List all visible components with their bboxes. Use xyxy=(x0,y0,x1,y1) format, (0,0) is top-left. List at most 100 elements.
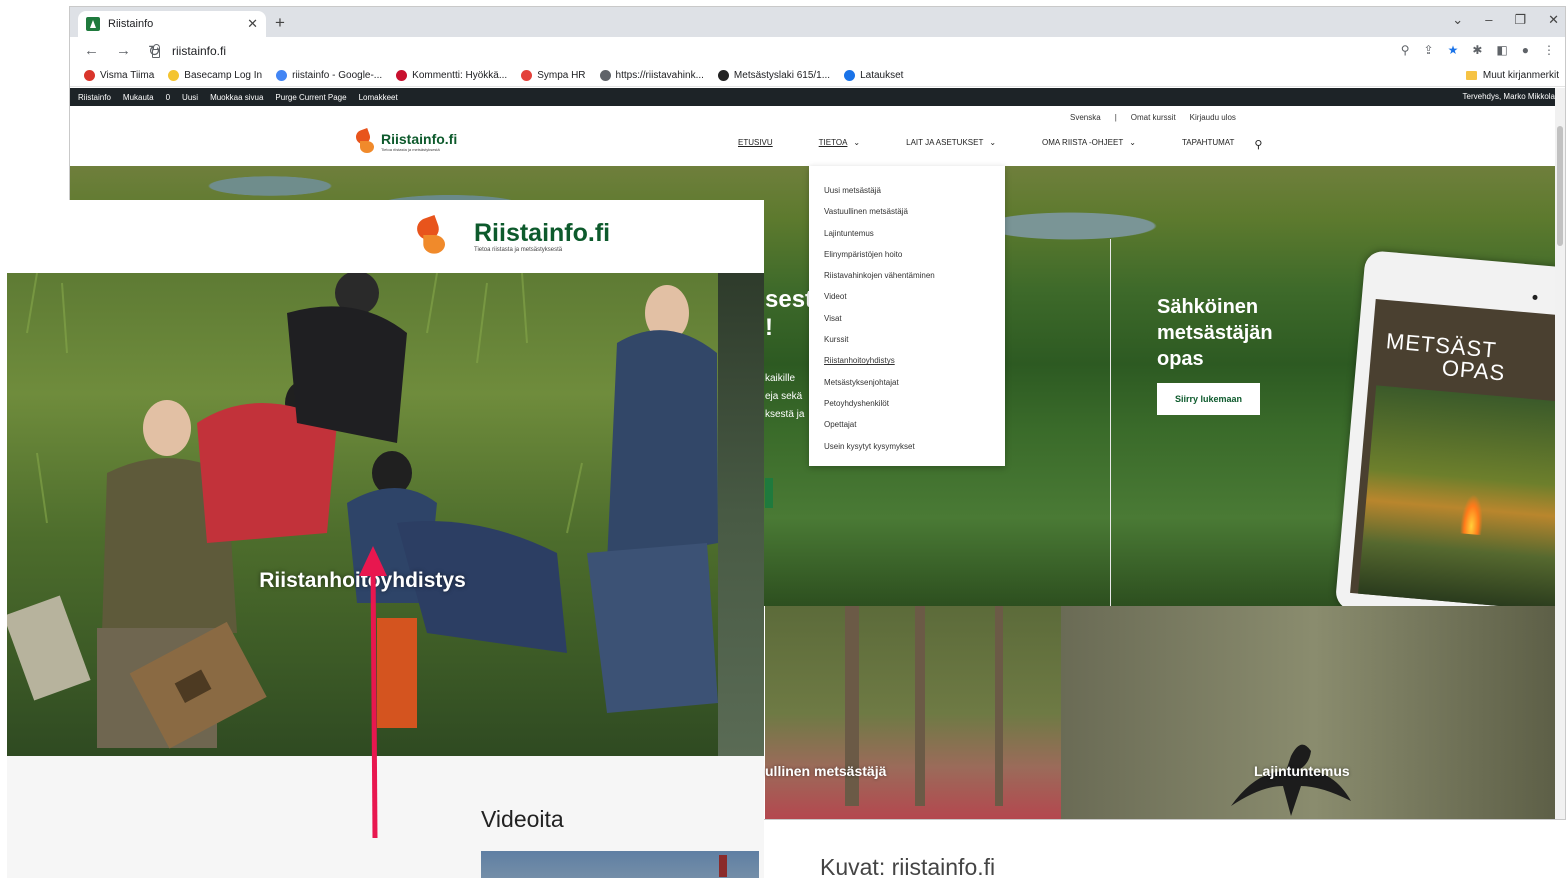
site-header: Svenska | Omat kurssit Kirjaudu ulos Riista… xyxy=(70,106,1565,166)
close-tab-icon[interactable]: ✕ xyxy=(247,16,258,32)
utility-link[interactable]: Kirjaudu ulos xyxy=(1190,113,1236,122)
minimize-icon[interactable]: – xyxy=(1485,12,1492,28)
card-label: Lajintuntemus xyxy=(1254,763,1350,779)
hero-partial-button[interactable] xyxy=(765,478,773,508)
campfire-icon xyxy=(1459,493,1486,536)
menu-kebab-icon[interactable]: ⋮ xyxy=(1543,43,1555,57)
wp-admin-item[interactable]: Mukauta xyxy=(123,93,154,102)
tablet-image: METSÄST OPAS xyxy=(1334,250,1565,627)
dropdown-item[interactable]: Lajintuntemus xyxy=(824,223,990,244)
site-logo[interactable]: Riistainfo.fi Tietoa riistasta ja metsäs… xyxy=(354,128,457,154)
wp-admin-item[interactable]: Riistainfo xyxy=(78,93,111,102)
dropdown-item[interactable]: Visat xyxy=(824,308,990,329)
tab-bar: Riistainfo ✕ + ⌄ – ❐ ✕ xyxy=(70,7,1565,37)
wp-greeting[interactable]: Tervehdys, Marko Mikkola xyxy=(1463,92,1555,101)
utility-link: | xyxy=(1114,113,1117,122)
scroll-thumb[interactable] xyxy=(1557,126,1563,246)
main-navigation: ETUSIVU TIETOA ⌄ LAIT JA ASETUKSET ⌄ OMA RIIS… xyxy=(738,138,1262,151)
dropdown-item[interactable]: Kurssit xyxy=(824,329,990,350)
forward-icon[interactable]: → xyxy=(116,42,131,60)
hero-partial-text: kaikille eja sekä ksestä ja xyxy=(765,370,804,424)
card-species[interactable]: Lajintuntemus xyxy=(1061,606,1565,819)
url-text[interactable]: riistainfo.fi xyxy=(172,44,226,58)
wp-admin-item[interactable]: 0 xyxy=(166,93,170,102)
omnibox[interactable]: riistainfo.fi xyxy=(152,40,1452,62)
nav-item[interactable]: ETUSIVU xyxy=(738,138,773,151)
bookmark-label: Lataukset xyxy=(860,70,904,81)
bookmark-favicon-icon xyxy=(168,70,180,81)
bookmark-favicon-icon xyxy=(521,70,533,81)
dropdown-item[interactable]: Riistanhoitoyhdistys xyxy=(824,350,990,371)
dropdown-item[interactable]: Petoyhdyshenkilöt xyxy=(824,393,990,414)
other-bookmarks[interactable]: Muut kirjanmerkit xyxy=(1465,70,1559,81)
foreground-page-crop: Riistainfo.fi Tietoa riistasta ja metsäs… xyxy=(7,200,764,878)
tab-search-icon[interactable]: ⌄ xyxy=(1452,12,1463,28)
wp-admin-item[interactable]: Muokkaa sivua xyxy=(210,93,263,102)
bookmark-item[interactable]: Metsästyslaki 615/1... xyxy=(717,70,831,81)
wp-admin-item[interactable]: Purge Current Page xyxy=(275,93,346,102)
search-icon[interactable]: ⚲ xyxy=(1254,138,1262,151)
bookmark-label: https://riistavahink... xyxy=(615,70,704,81)
riistainfo-logo-icon xyxy=(414,214,467,277)
zoom-icon[interactable]: ⚲ xyxy=(1401,43,1410,57)
browser-tab[interactable]: Riistainfo ✕ xyxy=(78,11,266,37)
video-thumbnail[interactable] xyxy=(481,851,759,878)
utility-link[interactable]: Svenska xyxy=(1070,113,1101,122)
close-window-icon[interactable]: ✕ xyxy=(1548,12,1559,28)
bookmark-favicon-icon xyxy=(599,70,611,81)
bookmark-favicon-icon xyxy=(844,70,856,81)
wp-admin-item[interactable]: Uusi xyxy=(182,93,198,102)
wp-admin-item[interactable]: Lomakkeet xyxy=(359,93,398,102)
chevron-down-icon[interactable]: ⌄ xyxy=(853,138,860,151)
bookmark-item[interactable]: Visma Tiima xyxy=(84,70,154,81)
bookmark-item[interactable]: Basecamp Log In xyxy=(168,70,262,81)
nav-item[interactable]: OMA RIISTA -OHJEET xyxy=(1042,138,1123,151)
profile-icon[interactable]: ● xyxy=(1522,43,1529,57)
nav-item[interactable]: LAIT JA ASETUKSET xyxy=(906,138,983,151)
riistainfo-logo-icon xyxy=(354,128,376,154)
restore-icon[interactable]: ❐ xyxy=(1514,12,1526,28)
dropdown-item[interactable]: Videot xyxy=(824,286,990,307)
logo-subtitle: Tietoa riistasta ja metsästyksestä xyxy=(381,147,440,152)
videos-title: Videoita xyxy=(481,806,564,832)
dropdown-item[interactable]: Metsästyksenjohtajat xyxy=(824,372,990,393)
dropdown-item[interactable]: Elinympäristöjen hoito xyxy=(824,244,990,265)
dropdown-item[interactable]: Opettajat xyxy=(824,414,990,435)
bookmark-label: Kommentti: Hyökkä... xyxy=(412,70,508,81)
card-responsible-hunter[interactable]: ullinen metsästäjä xyxy=(765,606,1061,819)
dropdown-item[interactable]: Vastuullinen metsästäjä xyxy=(824,201,990,222)
nav-item[interactable]: TIETOA xyxy=(819,138,848,151)
bookmark-item[interactable]: Sympa HR xyxy=(521,70,586,81)
lock-icon[interactable] xyxy=(152,43,160,58)
bookmark-item[interactable]: Lataukset xyxy=(844,70,903,81)
chevron-down-icon[interactable]: ⌄ xyxy=(1129,138,1136,151)
bookmark-item[interactable]: riistainfo - Google-... xyxy=(276,70,382,81)
bookmark-star-icon[interactable]: ★ xyxy=(1448,43,1459,57)
fg-logo-subtitle: Tietoa riistasta ja metsästyksestä xyxy=(474,247,563,253)
nav-buttons: ← → ↻ xyxy=(70,42,161,60)
chevron-down-icon[interactable]: ⌄ xyxy=(989,138,996,151)
new-tab-icon[interactable]: + xyxy=(275,13,285,33)
extensions-icon[interactable]: ✱ xyxy=(1472,43,1482,57)
nav-item[interactable]: TAPAHTUMAT xyxy=(1182,138,1234,151)
bookmark-label: Metsästyslaki 615/1... xyxy=(733,70,831,81)
fg-logo[interactable]: Riistainfo.fi Tietoa riistasta ja metsäs… xyxy=(414,214,610,256)
bookmark-label: Visma Tiima xyxy=(100,70,155,81)
bookmark-item[interactable]: Kommentti: Hyökkä... xyxy=(396,70,507,81)
dropdown-item[interactable]: Uusi metsästäjä xyxy=(824,180,990,201)
card-label: ullinen metsästäjä xyxy=(765,763,887,779)
bookmark-label: riistainfo - Google-... xyxy=(292,70,383,81)
riistanhoitoyhdistys-photo[interactable]: Riistanhoitoyhdistys xyxy=(7,273,718,756)
dropdown-item[interactable]: Usein kysytyt kysymykset xyxy=(824,436,990,457)
dropdown-item[interactable]: Riistavahinkojen vähentäminen xyxy=(824,265,990,286)
page-scrollbar[interactable] xyxy=(1555,88,1565,819)
back-icon[interactable]: ← xyxy=(84,42,99,60)
read-button[interactable]: Siirry lukemaan xyxy=(1157,383,1260,415)
tree-trunk xyxy=(915,606,925,806)
hero-partial-line: kaikille xyxy=(765,373,796,384)
utility-links: Svenska | Omat kurssit Kirjaudu ulos xyxy=(1070,113,1236,122)
bookmark-item[interactable]: https://riistavahink... xyxy=(599,70,704,81)
side-panel-icon[interactable]: ◧ xyxy=(1496,43,1507,57)
share-icon[interactable]: ⇪ xyxy=(1424,43,1434,57)
utility-link[interactable]: Omat kurssit xyxy=(1131,113,1176,122)
